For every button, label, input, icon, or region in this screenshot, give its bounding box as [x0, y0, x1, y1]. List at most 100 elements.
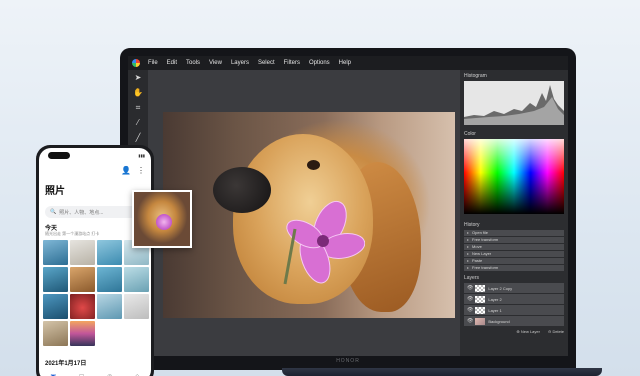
eye-icon[interactable]: 👁 — [467, 307, 473, 313]
moments-tab-icon[interactable]: ◎ — [107, 373, 112, 376]
dragged-photo-image — [134, 192, 190, 246]
dragged-photo-preview[interactable] — [132, 190, 192, 248]
photo-thumbnail[interactable] — [97, 321, 122, 346]
history-step-icon: ▸ — [467, 244, 470, 249]
layer-row[interactable]: 👁 Layer 2 — [464, 294, 564, 304]
search-placeholder: 照片、人物、地点... — [59, 209, 104, 216]
photo-thumbnail[interactable] — [124, 267, 149, 292]
menu-tools[interactable]: Tools — [186, 60, 200, 66]
menu-help[interactable]: Help — [339, 60, 351, 66]
photo-thumbnail[interactable] — [97, 240, 122, 265]
gallery-app: ▮▮▮ 👤 ⋮ 照片 🔍 照片、人物、地点... 今天 随光出走 第一个漫游站点… — [39, 148, 151, 376]
section-subtitle: 随光出走 第一个漫游站点 打卡 — [45, 231, 100, 236]
history-step-icon: ▸ — [467, 265, 470, 270]
layer-name: Layer 2 Copy — [488, 285, 513, 291]
hand-icon[interactable]: ✋ — [128, 85, 148, 100]
photos-tab-icon[interactable]: ▣ — [50, 373, 56, 376]
history-item-label: Move — [472, 244, 482, 249]
history-item-label: Free transform — [472, 265, 499, 270]
history-item[interactable]: ▸ Free transform — [464, 265, 564, 271]
menu-file[interactable]: File — [148, 60, 158, 66]
bottom-nav: ▣ ▢ ◎ ◇ — [39, 370, 151, 376]
layer-row[interactable]: 👁 Background — [464, 316, 564, 326]
layer-row[interactable]: 👁 Layer 2 Copy — [464, 283, 564, 293]
flower-shape — [156, 214, 172, 230]
history-step-icon: ▸ — [467, 230, 470, 235]
eye-icon[interactable]: 👁 — [467, 318, 473, 324]
photo-thumbnail[interactable] — [70, 240, 95, 265]
delete-layer-button[interactable]: ⊖ Delete — [548, 329, 564, 334]
page-title: 照片 — [45, 186, 65, 197]
phone: ▮▮▮ 👤 ⋮ 照片 🔍 照片、人物、地点... 今天 随光出走 第一个漫游站点… — [36, 145, 154, 376]
new-layer-button[interactable]: ⊕ New Layer — [516, 329, 540, 334]
layer-thumbnail — [475, 317, 486, 325]
layer-thumbnail — [475, 284, 486, 292]
layer-thumbnail — [475, 306, 486, 314]
history-item-label: Open file — [472, 230, 489, 235]
photo-thumbnail[interactable] — [70, 294, 95, 319]
histogram-graph — [464, 85, 564, 125]
dog-eye — [307, 160, 320, 170]
delete-label: Delete — [552, 329, 564, 334]
header-actions: 👤 ⋮ — [121, 166, 145, 175]
battery-icon: ▮▮▮ — [138, 152, 145, 158]
photo-thumbnail[interactable] — [97, 267, 122, 292]
history-item-label: Paste — [472, 258, 483, 263]
albums-tab-icon[interactable]: ▢ — [79, 373, 85, 376]
app-logo-icon — [132, 59, 140, 67]
crop-icon[interactable]: ⌗ — [128, 100, 148, 115]
discover-tab-icon[interactable]: ◇ — [135, 373, 140, 376]
eye-icon[interactable]: 👁 — [467, 296, 473, 302]
history-item[interactable]: ▸ Move — [464, 244, 564, 250]
dog-photo[interactable] — [163, 112, 455, 318]
eye-icon[interactable]: 👁 — [467, 285, 473, 291]
layer-row[interactable]: 👁 Layer 1 — [464, 305, 564, 315]
history-item[interactable]: ▸ Open file — [464, 230, 564, 236]
photo-thumbnail[interactable] — [43, 240, 68, 265]
histogram — [464, 81, 564, 125]
date-header: 2021年1月17日 — [45, 361, 87, 367]
menu-select[interactable]: Select — [258, 60, 275, 66]
photo-editor-window: File Edit Tools View Layers Select Filte… — [128, 56, 568, 356]
dog-nose — [213, 167, 271, 213]
history-item[interactable]: ▸ Paste — [464, 258, 564, 264]
layer-name: Background — [488, 318, 510, 324]
search-icon: 🔍 — [50, 209, 57, 215]
photo-thumbnail[interactable] — [43, 294, 68, 319]
menu-filters[interactable]: Filters — [284, 60, 300, 66]
line-icon[interactable]: ╱ — [128, 130, 148, 145]
photo-thumbnail[interactable] — [70, 321, 95, 346]
photo-thumbnail[interactable] — [70, 267, 95, 292]
history-item-label: New Layer — [472, 251, 492, 256]
menu-bar: File Edit Tools View Layers Select Filte… — [128, 56, 568, 70]
photo-thumbnail[interactable] — [97, 294, 122, 319]
menu-options[interactable]: Options — [309, 60, 330, 66]
layer-name: Layer 2 — [488, 296, 502, 302]
photo-thumbnail[interactable] — [43, 321, 68, 346]
wand-icon[interactable]: ⁄ — [128, 115, 148, 130]
layer-name: Layer 1 — [488, 307, 502, 313]
search-input[interactable]: 🔍 照片、人物、地点... — [45, 206, 145, 218]
color-picker[interactable] — [464, 139, 564, 214]
history-step-icon: ▸ — [467, 258, 470, 263]
history-item[interactable]: ▸ New Layer — [464, 251, 564, 257]
photo-thumbnail[interactable] — [124, 321, 149, 346]
layers-footer: ⊕ New Layer ⊖ Delete — [464, 329, 564, 334]
laptop-base — [282, 368, 602, 376]
photo-thumbnail[interactable] — [43, 267, 68, 292]
pointer-icon[interactable]: ➤ — [128, 70, 148, 85]
more-icon[interactable]: ⋮ — [137, 166, 145, 175]
laptop-brand: HONOR — [336, 358, 360, 364]
menu-layers[interactable]: Layers — [231, 60, 249, 66]
menu-edit[interactable]: Edit — [167, 60, 177, 66]
layers-title: Layers — [464, 275, 480, 281]
color-title: Color — [464, 131, 476, 137]
person-icon[interactable]: 👤 — [121, 166, 131, 175]
menu-view[interactable]: View — [209, 60, 222, 66]
history-title: History — [464, 222, 480, 228]
photo-thumbnail[interactable] — [124, 294, 149, 319]
canvas-area[interactable] — [148, 70, 460, 356]
right-panel: Histogram Color History ▸ Open file ▸ Free… — [460, 70, 568, 356]
history-item[interactable]: ▸ Free transform — [464, 237, 564, 243]
histogram-title: Histogram — [464, 73, 487, 79]
